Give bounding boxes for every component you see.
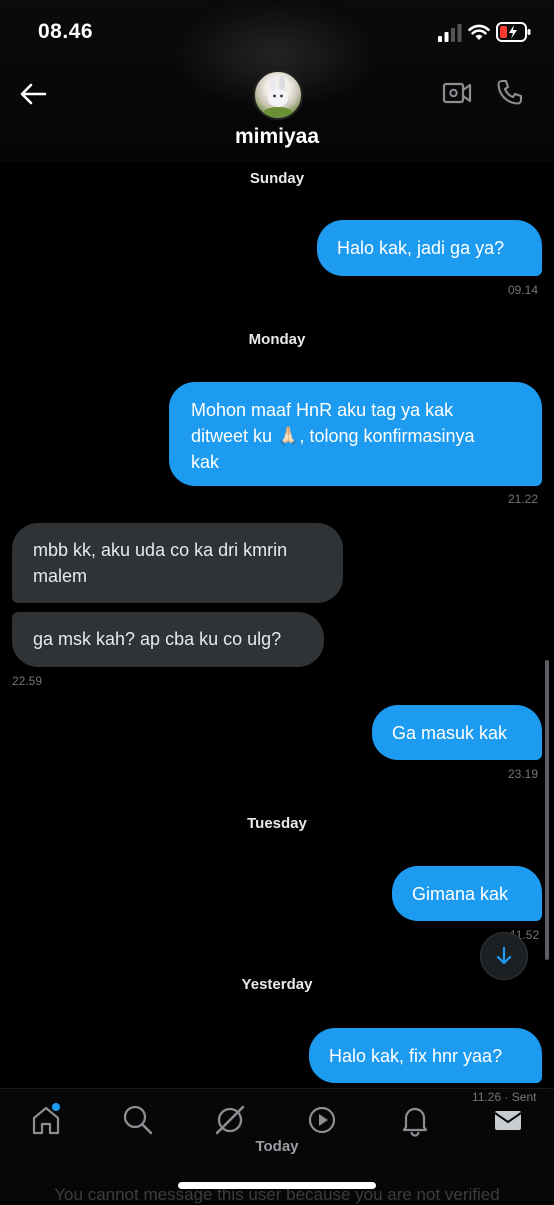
- message-text: Halo kak, jadi ga ya?: [337, 238, 505, 258]
- grok-icon[interactable]: [213, 1103, 247, 1137]
- home-icon[interactable]: [29, 1103, 63, 1137]
- message-text-line: malem: [33, 566, 88, 586]
- home-indicator[interactable]: [178, 1182, 376, 1189]
- search-icon[interactable]: [121, 1103, 155, 1137]
- conversation-username[interactable]: mimiyaa: [0, 125, 554, 149]
- message-text: Ga masuk kak: [392, 723, 508, 743]
- message-bubble-outgoing[interactable]: Mohon maaf HnR aku tag ya kak ditweet ku…: [169, 382, 542, 486]
- day-separator-sunday: Sunday: [249, 170, 305, 187]
- message-bubble-incoming[interactable]: ga msk kah? ap cba ku co ulg?: [12, 612, 324, 667]
- header-bar: 08.46 mimiyaa: [0, 0, 554, 162]
- message-text: Halo kak, fix hnr yaa?: [329, 1046, 503, 1066]
- message-bubble-outgoing[interactable]: Halo kak, fix hnr yaa?: [309, 1028, 542, 1083]
- message-bubble-incoming[interactable]: mbb kk, aku uda co ka dri kmrin malem: [12, 523, 343, 603]
- message-text-line: kak: [191, 452, 220, 472]
- message-text: ga msk kah? ap cba ku co ulg?: [33, 629, 282, 649]
- day-separator-yesterday: Yesterday: [241, 976, 313, 993]
- wifi-icon: [468, 24, 490, 40]
- message-timestamp: 23.19: [508, 767, 539, 781]
- avatar[interactable]: [253, 70, 303, 120]
- battery-charging-icon: [496, 22, 531, 42]
- scrollbar[interactable]: [545, 660, 549, 960]
- mail-icon[interactable]: [491, 1103, 525, 1137]
- message-bubble-outgoing[interactable]: Gimana kak: [392, 866, 542, 921]
- bunny-avatar-image: [264, 76, 292, 117]
- message-timestamp-sent: 11.26 · Sent: [472, 1090, 537, 1104]
- play-icon[interactable]: [305, 1103, 339, 1137]
- day-separator-monday: Monday: [248, 331, 306, 348]
- video-call-icon[interactable]: [442, 80, 472, 106]
- message-text-line: Mohon maaf HnR aku tag ya kak: [191, 400, 454, 420]
- message-timestamp: 21.22: [508, 492, 539, 506]
- back-arrow-icon[interactable]: [18, 80, 48, 108]
- cellular-signal-icon: [438, 24, 462, 42]
- message-text-line: ditweet ku 🙏🏻, tolong konfirmasinya: [191, 426, 475, 446]
- message-text-line: mbb kk, aku uda co ka dri kmrin: [33, 540, 288, 560]
- phone-call-icon[interactable]: [496, 78, 524, 106]
- day-separator-tuesday: Tuesday: [247, 815, 307, 832]
- message-bubble-outgoing[interactable]: Halo kak, jadi ga ya?: [317, 220, 542, 276]
- day-separator-today: Today: [255, 1138, 299, 1155]
- bell-icon[interactable]: [398, 1103, 432, 1137]
- message-timestamp: 09.14: [508, 283, 539, 297]
- status-time: 08.46: [38, 20, 94, 43]
- scroll-to-bottom-button[interactable]: [480, 932, 528, 980]
- message-timestamp: 22.59: [12, 674, 43, 688]
- message-text: Gimana kak: [412, 884, 509, 904]
- arrow-down-icon: [496, 946, 512, 965]
- message-bubble-outgoing[interactable]: Ga masuk kak: [372, 705, 542, 760]
